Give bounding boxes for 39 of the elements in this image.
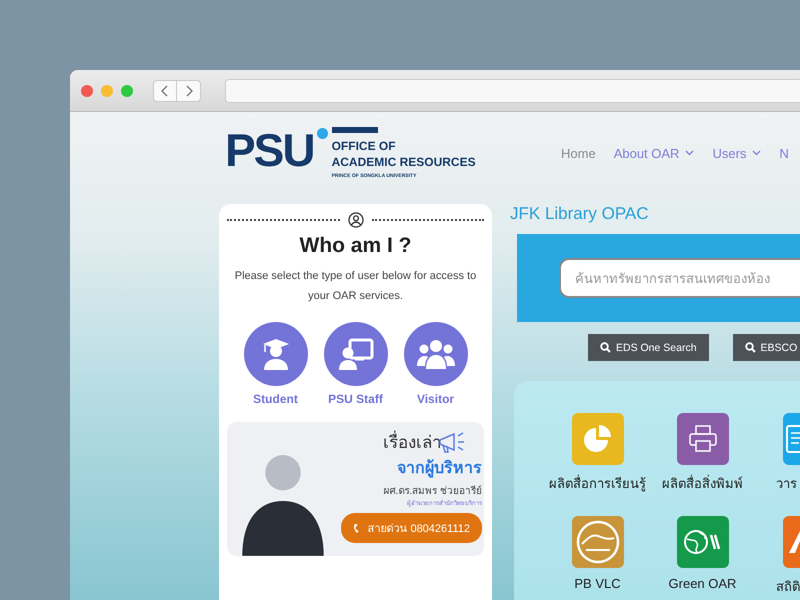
logo-mark: PSU — [225, 124, 314, 176]
group-icon — [416, 338, 456, 370]
card-title: Who am I ? — [298, 234, 412, 258]
minimize-dot[interactable] — [101, 84, 113, 96]
banner-name: ผศ.ดร.สมพร ช่วยอารีย์ — [384, 484, 482, 498]
service-link[interactable]: ผลิตสื่อการเรียนรู้ — [545, 413, 650, 494]
banner-heading: เรื่องเล่า — [383, 428, 442, 455]
user-icon — [348, 212, 364, 228]
service-link[interactable]: Green OAR — [650, 516, 755, 597]
search-icon — [600, 342, 611, 353]
presenter-board-icon — [338, 337, 374, 371]
caret-icon — [752, 150, 762, 156]
printer-icon — [688, 425, 718, 453]
chevron-right-icon — [184, 84, 192, 96]
section-title: JFK Library OPAC — [510, 204, 650, 224]
service-link[interactable]: วาร — [755, 413, 800, 494]
card-description: Please select the type of user below for access to your OAR services. — [234, 269, 478, 304]
circular-emblem-icon — [576, 520, 620, 564]
chevron-left-icon — [161, 84, 169, 96]
globe-icon — [682, 527, 722, 557]
maximize-dot[interactable] — [121, 84, 133, 96]
service-link[interactable]: สถิติ — [755, 516, 800, 597]
service-link[interactable]: PB VLC — [545, 516, 650, 597]
search-icon — [744, 342, 756, 353]
search-source-button[interactable]: EDS One Search — [588, 334, 709, 361]
search-field[interactable]: ค้นหาทรัพยากรสารสนเทศของห้อง — [559, 258, 800, 298]
back-button[interactable] — [153, 80, 177, 102]
service-link[interactable]: ผลิตสื่อสิ่งพิมพ์ — [650, 413, 755, 494]
address-bar[interactable] — [225, 78, 800, 102]
search-source-button[interactable]: EBSCO — [732, 334, 800, 361]
logo-title: OFFICE OF — [332, 138, 397, 154]
logo-dot-icon — [316, 128, 328, 138]
logo-bar — [332, 126, 378, 132]
banner-subheading: จากผู้บริหาร — [397, 458, 482, 480]
pie-chart-icon — [582, 424, 612, 454]
forward-button[interactable] — [177, 80, 201, 102]
caret-icon — [685, 150, 694, 156]
close-dot[interactable] — [81, 84, 93, 96]
logo-title: ACADEMIC RESOURCES — [332, 154, 476, 170]
